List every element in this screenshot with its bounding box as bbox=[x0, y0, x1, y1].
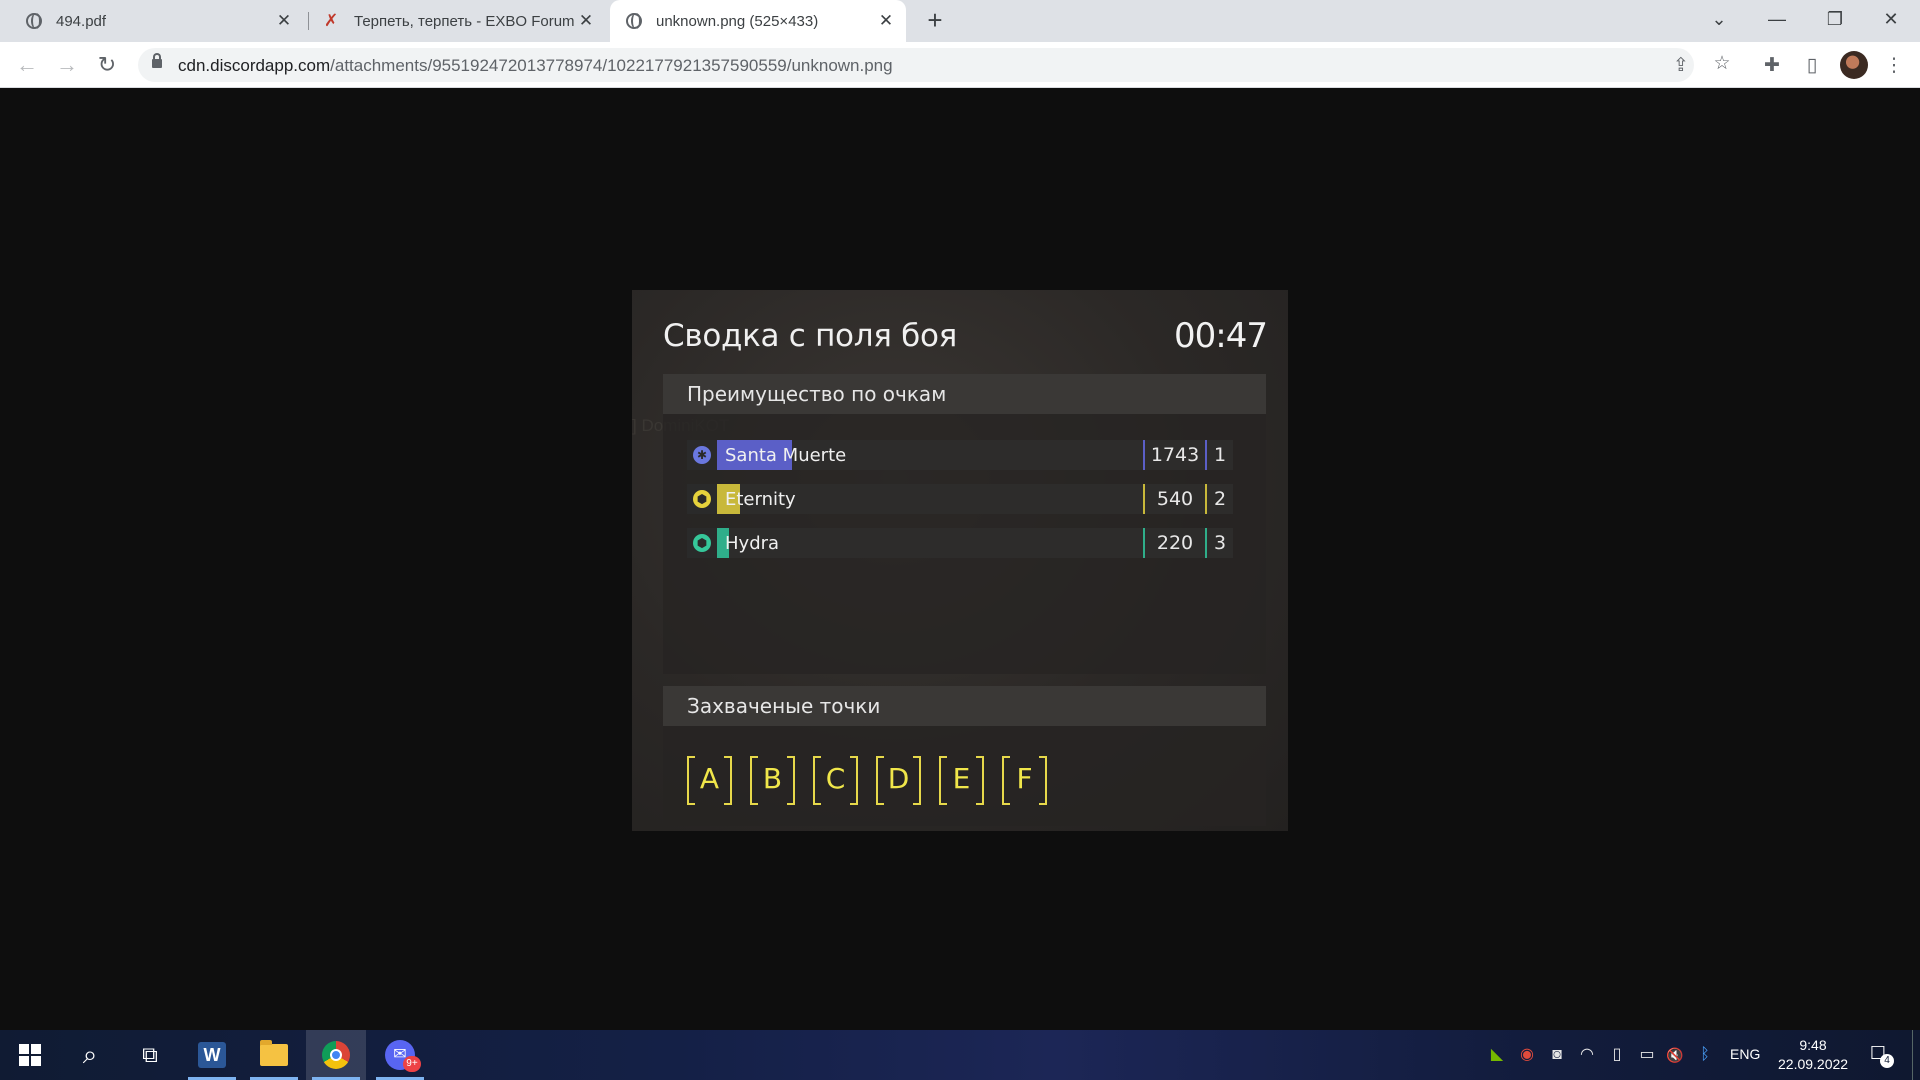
address-bar[interactable]: cdn.discordapp.com/attachments/955192472… bbox=[138, 48, 1694, 82]
team-row: ⬢ Eternity 540 2 bbox=[687, 484, 1233, 514]
forward-button[interactable]: → bbox=[52, 50, 82, 80]
team-score: 1743 bbox=[1145, 440, 1205, 470]
battery-icon[interactable]: ▭ bbox=[1636, 1044, 1658, 1066]
minimize-button[interactable]: — bbox=[1748, 0, 1806, 38]
capture-point-d: D bbox=[876, 756, 921, 805]
taskbar-file-explorer[interactable] bbox=[244, 1030, 304, 1080]
restore-button[interactable]: ❐ bbox=[1806, 0, 1864, 38]
clock-time: 9:48 bbox=[1799, 1037, 1827, 1053]
tab-494-pdf[interactable]: 494.pdf ✕ bbox=[8, 0, 304, 42]
show-desktop-button[interactable] bbox=[1912, 1030, 1913, 1080]
battle-summary-image: ] DominiKOT Сводка с поля боя 00:47 Преи… bbox=[632, 290, 1288, 831]
lock-icon[interactable] bbox=[152, 53, 162, 68]
clock-date: 22.09.2022 bbox=[1778, 1056, 1849, 1072]
match-timer: 00:47 bbox=[1174, 316, 1268, 356]
score-advantage-section: Преимущество по очкам ✱ Santa Muerte 1743 1… bbox=[663, 374, 1266, 674]
tab-title: unknown.png (525×433) bbox=[656, 12, 819, 30]
taskbar-discord[interactable]: ✉ 9+ bbox=[370, 1030, 430, 1080]
battle-summary-title: Сводка с поля боя bbox=[663, 318, 957, 354]
usb-icon[interactable]: ▯ bbox=[1606, 1044, 1628, 1066]
reload-button[interactable]: ↻ bbox=[92, 50, 122, 80]
tab-separator bbox=[308, 12, 309, 30]
volume-muted-icon[interactable]: 🔇 bbox=[1664, 1044, 1686, 1066]
chrome-menu-icon[interactable]: ⋮ bbox=[1882, 54, 1906, 78]
input-language[interactable]: ENG bbox=[1730, 1046, 1760, 1062]
tab-exbo-forum[interactable]: ✗ Терпеть, терпеть - EXBO Forum ✕ bbox=[310, 0, 606, 42]
search-button[interactable]: ⌕ bbox=[60, 1030, 120, 1080]
notification-count: 4 bbox=[1880, 1054, 1894, 1068]
capture-point-a: A bbox=[687, 756, 732, 805]
team-name: Santa Muerte bbox=[725, 445, 847, 466]
team-row: ✱ Santa Muerte 1743 1 bbox=[687, 440, 1233, 470]
tab-title: 494.pdf bbox=[56, 12, 107, 30]
back-button[interactable]: ← bbox=[12, 50, 42, 80]
search-icon: ⌕ bbox=[82, 1039, 98, 1069]
capture-point-e: E bbox=[939, 756, 984, 805]
team-place: 1 bbox=[1207, 440, 1233, 470]
url-text[interactable]: cdn.discordapp.com/attachments/955192472… bbox=[178, 56, 893, 76]
team-name: Hydra bbox=[725, 533, 780, 554]
share-icon[interactable]: ⇪ bbox=[1670, 55, 1692, 77]
capture-point-f: F bbox=[1002, 756, 1047, 805]
team-place: 3 bbox=[1207, 528, 1233, 558]
tab-search-button[interactable]: ⌄ bbox=[1690, 0, 1748, 38]
extensions-icon[interactable]: ✚ bbox=[1760, 54, 1784, 78]
score-advantage-header: Преимущество по очкам bbox=[663, 374, 1266, 414]
team-place: 2 bbox=[1207, 484, 1233, 514]
tab-title: Терпеть, терпеть - EXBO Forum bbox=[354, 12, 575, 30]
discord-tray-icon[interactable]: ◙ bbox=[1546, 1044, 1568, 1066]
globe-icon bbox=[626, 13, 642, 29]
capture-point-b: B bbox=[750, 756, 795, 805]
chrome-icon bbox=[322, 1041, 350, 1069]
word-icon: W bbox=[198, 1042, 226, 1068]
close-tab-icon[interactable]: ✕ bbox=[876, 11, 896, 31]
team-emblem-icon: ⬢ bbox=[687, 528, 717, 558]
team-score: 540 bbox=[1145, 484, 1205, 514]
team-name: Eternity bbox=[725, 489, 796, 510]
task-view-icon: ⧉ bbox=[142, 1042, 158, 1067]
bluetooth-icon[interactable]: ᛒ bbox=[1694, 1044, 1716, 1066]
discord-icon: ✉ 9+ bbox=[385, 1040, 421, 1072]
side-panel-icon[interactable]: ▯ bbox=[1800, 54, 1824, 78]
windows-taskbar: ⌕ ⧉ W ✉ 9+ ◣ ◉ ◙ ◠ ▯ ▭ 🔇 ᛒ ENG 9:48 22.0… bbox=[0, 1030, 1920, 1080]
globe-icon bbox=[26, 13, 42, 29]
capture-points-row: ABCDEF bbox=[687, 756, 1047, 805]
steam-icon[interactable]: ◉ bbox=[1516, 1044, 1538, 1066]
taskbar-chrome[interactable] bbox=[306, 1030, 366, 1080]
nvidia-icon[interactable]: ◣ bbox=[1486, 1044, 1508, 1066]
team-row: ⬢ Hydra 220 3 bbox=[687, 528, 1233, 558]
taskbar-word[interactable]: W bbox=[182, 1030, 242, 1080]
folder-icon bbox=[260, 1040, 288, 1066]
captured-points-section: Захваченые точки ABCDEF bbox=[663, 686, 1266, 826]
clock[interactable]: 9:48 22.09.2022 bbox=[1778, 1036, 1848, 1074]
tab-unknown-png[interactable]: unknown.png (525×433) ✕ bbox=[610, 0, 906, 42]
task-view-button[interactable]: ⧉ bbox=[120, 1030, 180, 1080]
wifi-icon[interactable]: ◠ bbox=[1576, 1044, 1598, 1066]
close-window-button[interactable]: ✕ bbox=[1862, 0, 1920, 38]
close-tab-icon[interactable]: ✕ bbox=[576, 11, 596, 31]
team-emblem-icon: ⬢ bbox=[687, 484, 717, 514]
close-tab-icon[interactable]: ✕ bbox=[274, 11, 294, 31]
windows-icon bbox=[19, 1044, 41, 1066]
team-emblem-icon: ✱ bbox=[687, 440, 717, 470]
tab-strip: 494.pdf ✕ ✗ Терпеть, терпеть - EXBO Foru… bbox=[0, 0, 1920, 42]
team-bar-track bbox=[717, 528, 1143, 558]
start-button[interactable] bbox=[0, 1030, 60, 1080]
discord-unread-badge: 9+ bbox=[403, 1056, 421, 1072]
image-viewer: ] DominiKOT Сводка с поля боя 00:47 Преи… bbox=[0, 88, 1920, 1030]
exbo-icon: ✗ bbox=[324, 11, 339, 30]
profile-avatar[interactable] bbox=[1840, 51, 1868, 79]
browser-toolbar: ← → ↻ cdn.discordapp.com/attachments/955… bbox=[0, 42, 1920, 88]
bookmark-star-icon[interactable]: ☆ bbox=[1710, 52, 1734, 76]
captured-points-header: Захваченые точки bbox=[663, 686, 1266, 726]
new-tab-button[interactable]: + bbox=[920, 6, 950, 36]
team-score: 220 bbox=[1145, 528, 1205, 558]
notification-center-button[interactable]: ☐ 4 bbox=[1866, 1042, 1894, 1068]
capture-point-c: C bbox=[813, 756, 858, 805]
